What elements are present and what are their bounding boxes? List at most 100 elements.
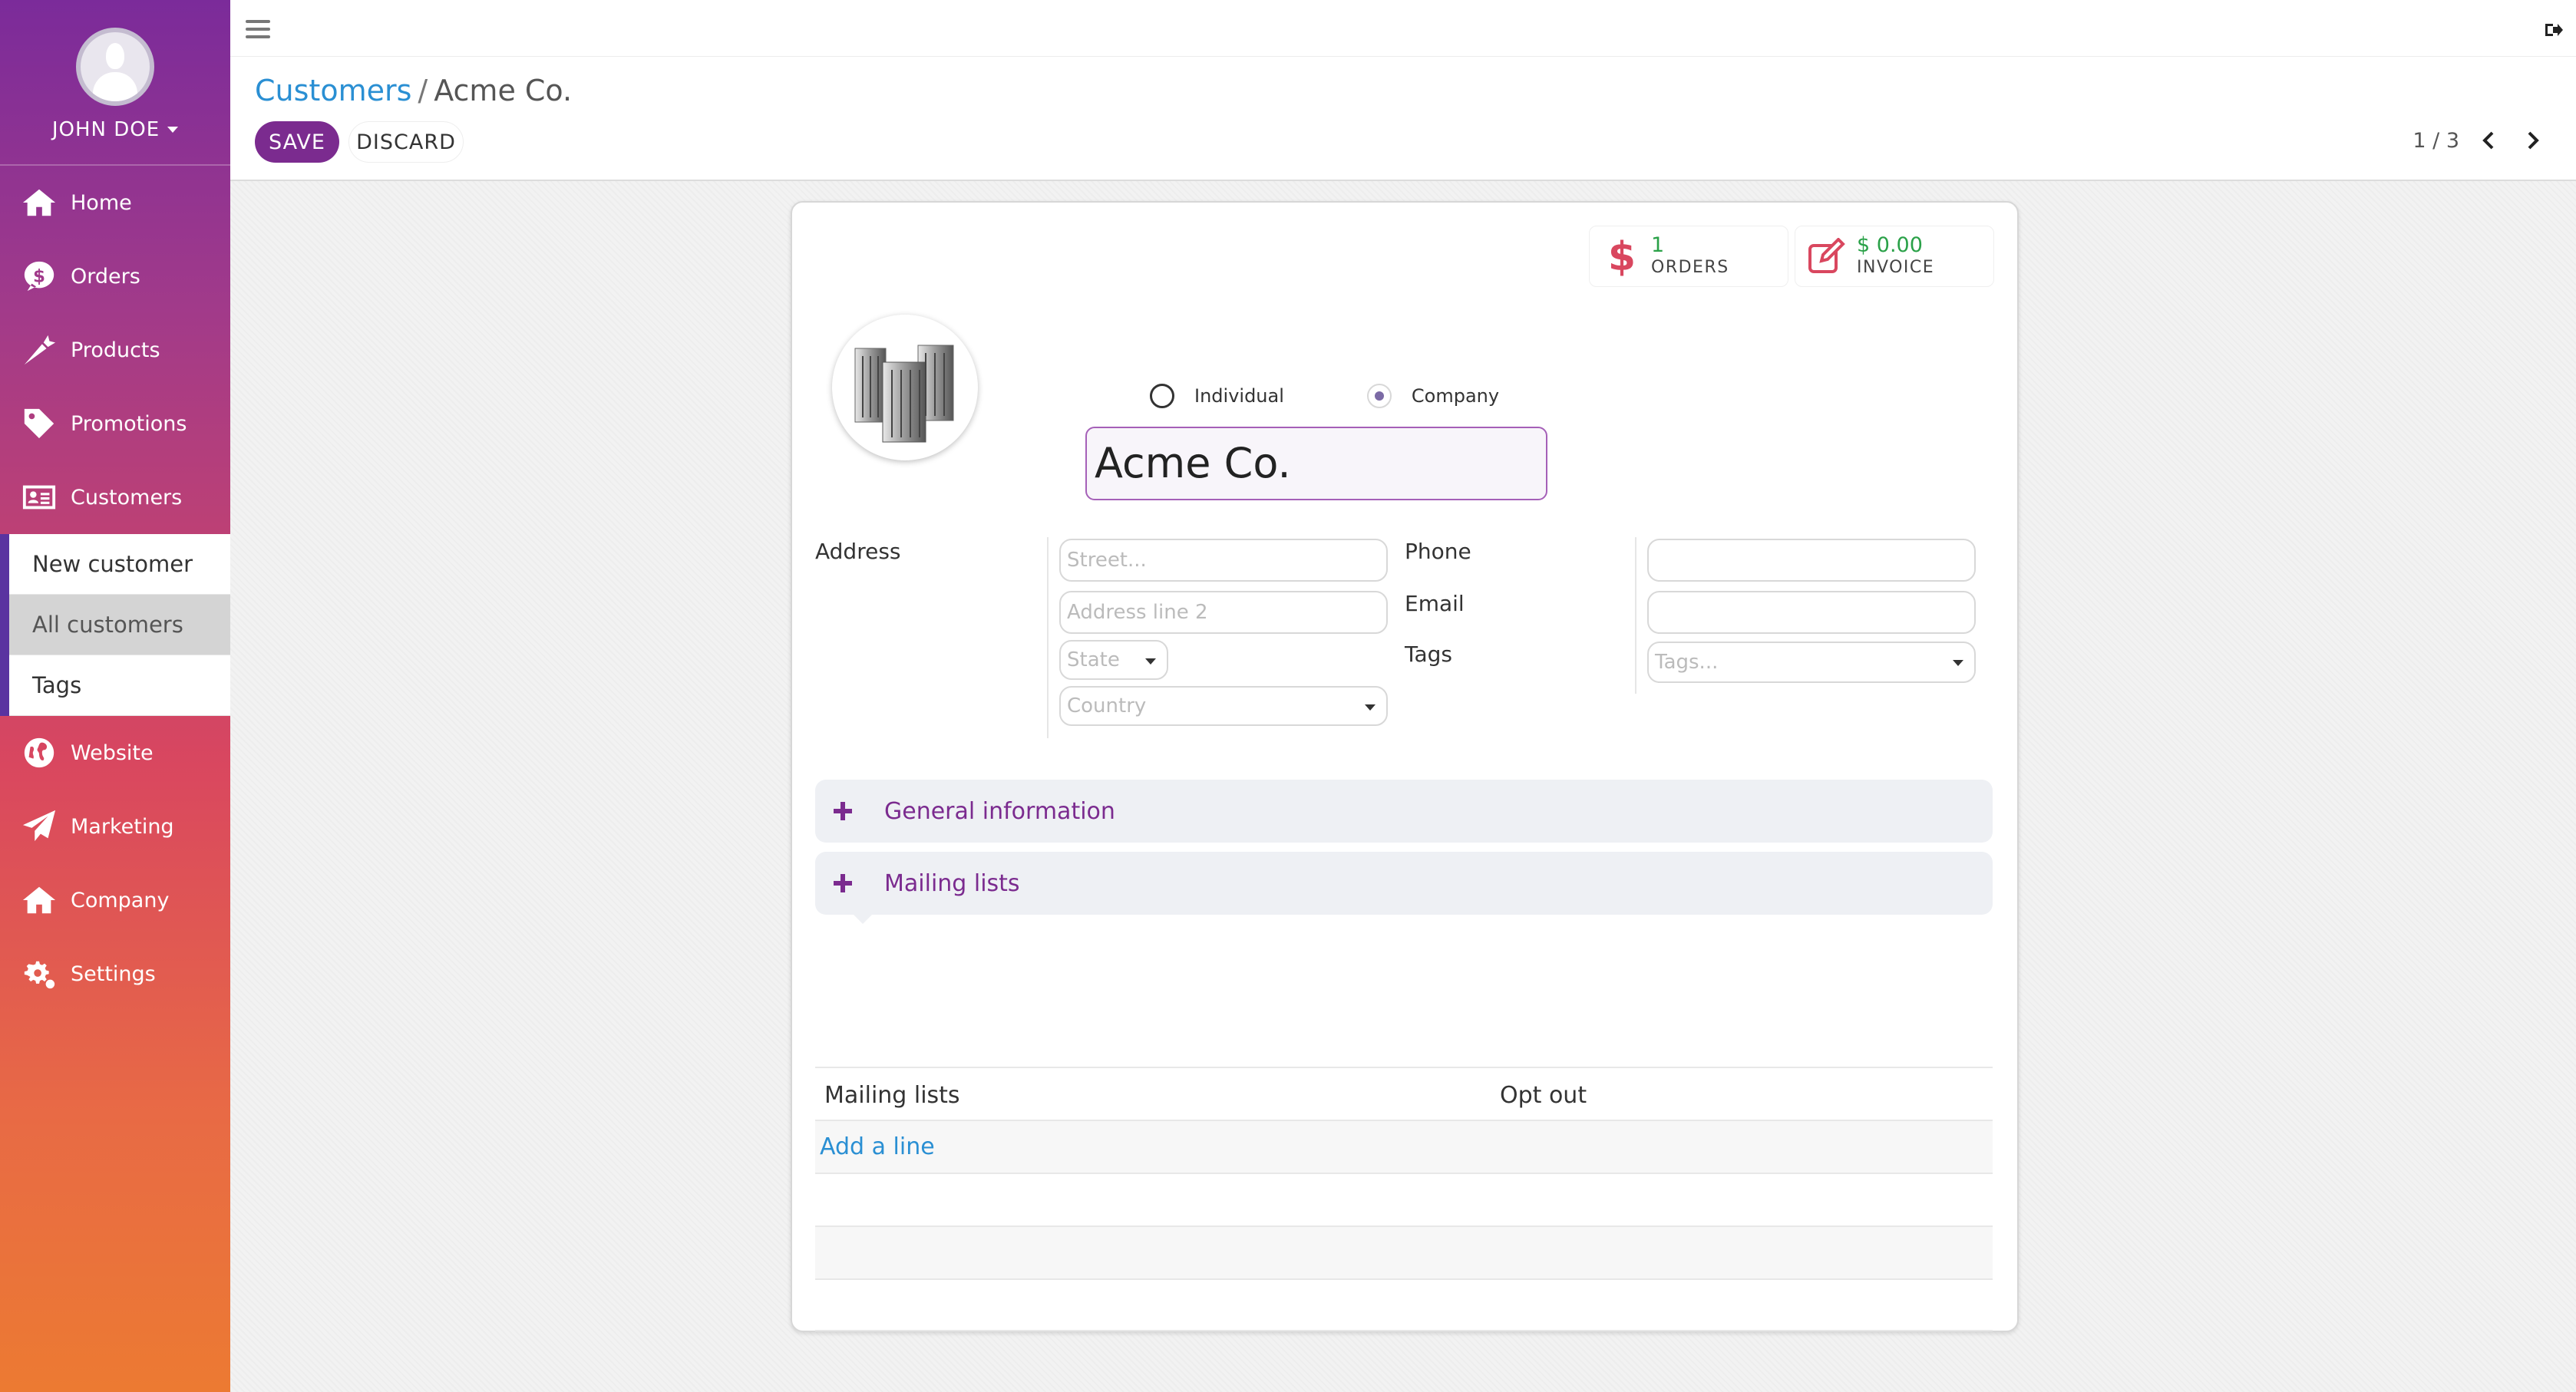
nav-item-marketing[interactable]: Marketing	[0, 790, 230, 863]
nav-item-company[interactable]: Company	[0, 863, 230, 937]
user-name-label: JOHN DOE	[51, 118, 160, 141]
pager: 1 / 3	[2413, 127, 2545, 153]
radio-individual[interactable]: Individual	[1150, 384, 1284, 408]
general-information-panel[interactable]: General information	[815, 780, 1993, 843]
logout-icon[interactable]	[2544, 21, 2564, 38]
save-button[interactable]: SAVE	[255, 121, 339, 163]
carrot-icon	[20, 331, 58, 369]
chevron-left-icon[interactable]	[2476, 127, 2502, 153]
dollar-icon: $	[20, 257, 58, 295]
control-panel: Customers / Acme Co. SAVE DISCARD 1 / 3	[230, 57, 2576, 181]
mailing-lists-table: Mailing lists Opt out Add a line	[815, 1067, 1993, 1331]
nav-item-products[interactable]: Products	[0, 313, 230, 387]
nav-item-label: Settings	[71, 962, 156, 986]
pager-value: 1 / 3	[2413, 128, 2459, 153]
caret-down-icon	[1145, 658, 1156, 665]
orders-stat-button[interactable]: $ 1 ORDERS	[1589, 226, 1788, 287]
home-icon	[20, 183, 58, 222]
menu-toggle-icon[interactable]	[246, 20, 270, 38]
tags-select[interactable]: Tags...	[1647, 642, 1976, 683]
caret-down-icon	[1953, 660, 1963, 666]
globe-icon	[20, 734, 58, 772]
submenu-item-label: All customers	[32, 612, 183, 638]
submenu-item-tags[interactable]: Tags	[9, 655, 230, 716]
add-line-link[interactable]: Add a line	[820, 1133, 935, 1160]
company-image[interactable]	[832, 315, 978, 460]
invoice-label: INVOICE	[1857, 258, 1935, 277]
form-sheet: $ 1 ORDERS $ 0.00 INVOICE Individual Com…	[791, 201, 2019, 1332]
nav-item-label: Company	[71, 888, 170, 912]
submenu-item-label: New customer	[32, 551, 193, 577]
radio-company[interactable]: Company	[1366, 384, 1500, 408]
breadcrumb-current: Acme Co.	[434, 74, 573, 107]
topbar	[230, 0, 2576, 57]
column-header-mailing-lists: Mailing lists	[824, 1082, 960, 1109]
nav-item-promotions[interactable]: Promotions	[0, 387, 230, 460]
address-card-icon	[20, 478, 58, 516]
nav-item-label: Website	[71, 741, 154, 765]
table-row	[815, 1278, 1993, 1331]
plus-icon	[832, 872, 854, 894]
radio-company-label: Company	[1411, 385, 1500, 407]
country-select-value: Country	[1067, 694, 1147, 717]
nav-item-label: Customers	[71, 485, 183, 510]
address-line2-input[interactable]: Address line 2	[1059, 591, 1388, 634]
divider	[1635, 537, 1636, 694]
email-label: Email	[1405, 591, 1465, 616]
dollar-sign-icon: $	[1599, 233, 1645, 279]
column-header-opt-out: Opt out	[1500, 1082, 1587, 1109]
paper-plane-icon	[20, 807, 58, 846]
nav-item-home[interactable]: Home	[0, 166, 230, 239]
svg-text:$: $	[33, 267, 45, 287]
tags-label: Tags	[1405, 642, 1452, 667]
nav-item-label: Marketing	[71, 814, 174, 839]
company-buildings-icon	[854, 345, 954, 443]
customers-submenu: New customer All customers Tags	[0, 534, 230, 716]
submenu-item-new-customer[interactable]: New customer	[9, 534, 230, 595]
svg-text:$: $	[1608, 235, 1636, 278]
orders-label: ORDERS	[1651, 258, 1729, 277]
nav-item-customers[interactable]: Customers	[0, 460, 230, 534]
nav-item-orders[interactable]: $ Orders	[0, 239, 230, 313]
nav-item-label: Home	[71, 190, 132, 215]
state-select-value: State	[1067, 648, 1120, 671]
customer-type-radios: Individual Company	[1150, 384, 1499, 408]
country-select[interactable]: Country	[1059, 686, 1388, 726]
breadcrumb-link-customers[interactable]: Customers	[255, 74, 411, 107]
breadcrumb: Customers / Acme Co.	[255, 74, 572, 107]
table-row	[815, 1225, 1993, 1278]
phone-input[interactable]	[1647, 539, 1976, 582]
table-header-row: Mailing lists Opt out	[815, 1067, 1993, 1120]
nav-item-label: Products	[71, 338, 160, 362]
tag-icon	[20, 404, 58, 443]
customer-name-input[interactable]: Acme Co.	[1085, 427, 1547, 500]
table-row	[815, 1173, 1993, 1225]
nav-item-settings[interactable]: Settings	[0, 937, 230, 1011]
email-input[interactable]	[1647, 591, 1976, 634]
panel-title: General information	[884, 797, 1115, 825]
invoice-stat-button[interactable]: $ 0.00 INVOICE	[1795, 226, 1994, 287]
tags-select-value: Tags...	[1655, 651, 1719, 674]
breadcrumb-separator: /	[418, 74, 428, 107]
table-row: Add a line	[815, 1120, 1993, 1173]
address-label: Address	[815, 539, 901, 564]
chevron-right-icon[interactable]	[2519, 127, 2545, 153]
panel-title: Mailing lists	[884, 869, 1020, 897]
discard-button[interactable]: DISCARD	[348, 121, 464, 163]
divider	[1047, 537, 1049, 738]
panel-tail	[854, 915, 872, 924]
street-input[interactable]: Street...	[1059, 539, 1388, 582]
sidebar: JOHN DOE Home $ Orders Products Promotio…	[0, 0, 230, 1392]
user-name-dropdown[interactable]: JOHN DOE	[51, 118, 179, 141]
edit-invoice-icon	[1805, 233, 1851, 279]
state-select[interactable]: State	[1059, 640, 1168, 680]
user-menu[interactable]: JOHN DOE	[0, 0, 230, 166]
caret-down-icon	[1365, 704, 1376, 711]
radio-checked-icon	[1366, 384, 1392, 408]
plus-icon	[832, 800, 854, 822]
nav-item-website[interactable]: Website	[0, 716, 230, 790]
mailing-lists-panel[interactable]: Mailing lists	[815, 852, 1993, 924]
phone-label: Phone	[1405, 539, 1471, 564]
gears-icon	[20, 955, 58, 993]
submenu-item-all-customers[interactable]: All customers	[9, 595, 230, 655]
